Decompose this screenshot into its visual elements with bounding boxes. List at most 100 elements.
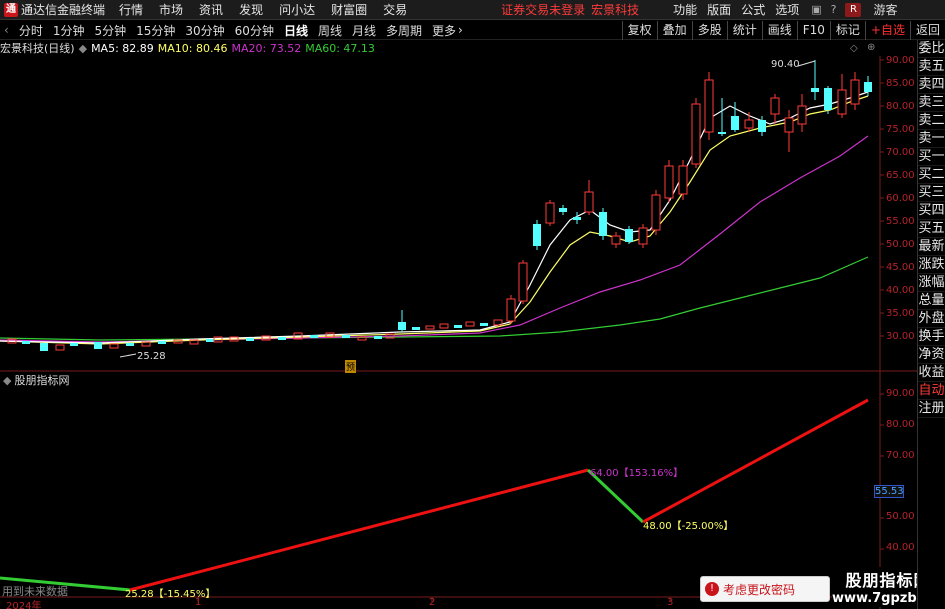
chart-canvas (0, 56, 917, 609)
period-30min[interactable]: 30分钟 (185, 22, 224, 39)
tool-mark[interactable]: 标记 (829, 20, 865, 40)
sub-axis-tick: 90.00 (886, 388, 915, 399)
price-tick: 55.00 (886, 216, 915, 227)
sidebar-item[interactable]: 卖三 (918, 94, 945, 112)
price-tick: 90.00 (886, 55, 915, 66)
menu-wealth-circle[interactable]: 财富圈 (331, 1, 367, 18)
menu-news[interactable]: 资讯 (199, 1, 223, 18)
period-more[interactable]: 更多 (432, 22, 456, 39)
period-monthly[interactable]: 月线 (352, 22, 376, 39)
tool-adjust[interactable]: 复权 (621, 20, 657, 40)
candle-group-rally (506, 60, 872, 324)
sub-axis-tick: 50.00 (886, 511, 915, 522)
menu-discover[interactable]: 发现 (239, 1, 263, 18)
sub-axis-tick: 80.00 (886, 419, 915, 430)
indicator-red-rise-2 (642, 398, 869, 524)
top-menu-bar: 通 通达信金融终端 行情 市场 资讯 发现 问小达 财富圈 交易 证券交易未登录… (0, 0, 945, 20)
sidebar-item[interactable]: 卖一 (918, 130, 945, 148)
sidebar-item[interactable]: 最新 (918, 238, 945, 256)
sub-panel-header: ◆ 股朋指标网 (0, 372, 69, 388)
period-daily[interactable]: 日线 (284, 22, 308, 39)
sidebar-item[interactable]: 净资 (918, 346, 945, 364)
month-tick: 1 (195, 597, 202, 608)
tool-multi-stock[interactable]: 多股 (691, 20, 727, 40)
sidebar-item[interactable]: 委比 (918, 40, 945, 58)
quote-sidebar: 委比 卖五 卖四 卖三 卖二 卖一 买一 买二 买三 买四 买五 最新 涨跌 涨… (917, 40, 945, 609)
month-tick: 3 (667, 597, 674, 608)
tool-overlay[interactable]: 叠加 (656, 20, 692, 40)
indicator-red-rise (129, 468, 589, 592)
candles (7, 60, 872, 351)
high-price-label: 90.40 (771, 59, 800, 70)
high-pointer (797, 60, 816, 67)
sidebar-auto[interactable]: 自动 (918, 382, 945, 400)
year-label: 2024年 (6, 601, 42, 609)
period-15min[interactable]: 15分钟 (136, 22, 175, 39)
sub-axis-tick: 70.00 (886, 450, 915, 461)
sidebar-item[interactable]: 买三 (918, 184, 945, 202)
price-tick: 45.00 (886, 262, 915, 273)
period-60min[interactable]: 60分钟 (235, 22, 274, 39)
sidebar-item[interactable]: 总量 (918, 292, 945, 310)
tool-draw[interactable]: 画线 (761, 20, 797, 40)
period-5min[interactable]: 5分钟 (94, 22, 126, 39)
sidebar-item[interactable]: 外盘 (918, 310, 945, 328)
tool-stats[interactable]: 统计 (726, 20, 762, 40)
period-toolbar: ‹ 分时 1分钟 5分钟 15分钟 30分钟 60分钟 日线 周线 月线 多周期… (0, 20, 945, 40)
menu-options[interactable]: 选项 (775, 1, 799, 18)
period-tick[interactable]: 分时 (19, 22, 43, 39)
period-multi[interactable]: 多周期 (386, 22, 422, 39)
skin-icon[interactable]: ▣ (811, 3, 821, 16)
trough-label: 48.00【-25.00%】 (643, 521, 734, 532)
sub-panel-title: 股朋指标网 (14, 374, 70, 387)
sidebar-item[interactable]: 买二 (918, 166, 945, 184)
password-notice-text: 考虑更改密码 (723, 582, 796, 597)
sub-settings-icon[interactable]: ◆ (3, 374, 11, 387)
tool-f10[interactable]: F10 (796, 20, 830, 40)
price-tick: 85.00 (886, 78, 915, 89)
menu-formula[interactable]: 公式 (741, 1, 765, 18)
sidebar-item[interactable]: 买五 (918, 220, 945, 238)
forecast-marker[interactable]: 预 (345, 360, 357, 373)
sidebar-register[interactable]: 注册 (918, 400, 945, 418)
guest-label[interactable]: 游客 (873, 1, 897, 18)
r-badge[interactable]: R (845, 2, 862, 17)
sidebar-item[interactable]: 买一 (918, 148, 945, 166)
tool-add-watchlist[interactable]: +自选 (864, 20, 910, 40)
menu-ask[interactable]: 问小达 (279, 1, 315, 18)
candle-group-early (7, 310, 503, 351)
price-tick: 70.00 (886, 147, 915, 158)
sidebar-item[interactable]: 买四 (918, 202, 945, 220)
menu-quotes[interactable]: 行情 (119, 1, 143, 18)
diamond-icon[interactable]: ◇ (850, 43, 858, 54)
sidebar-item[interactable]: 收益 (918, 364, 945, 382)
sidebar-item[interactable]: 涨幅 (918, 274, 945, 292)
price-tick: 30.00 (886, 331, 915, 342)
sidebar-item[interactable]: 卖四 (918, 76, 945, 94)
price-tick: 80.00 (886, 101, 915, 112)
period-1min[interactable]: 1分钟 (53, 22, 85, 39)
add-circle-icon[interactable]: ⊕ (867, 42, 875, 53)
ma20-line (0, 135, 869, 343)
password-notice[interactable]: ! 考虑更改密码 (700, 576, 830, 602)
tool-back[interactable]: 返回 (909, 20, 945, 40)
trade-login-warning[interactable]: 证券交易未登录 (501, 1, 585, 18)
peak-label: 64.00【153.16%】 (590, 468, 684, 479)
help-icon[interactable]: ? (831, 3, 837, 16)
app-title: 通达信金融终端 (21, 3, 106, 17)
sidebar-item[interactable]: 换手 (918, 328, 945, 346)
menu-trade[interactable]: 交易 (383, 1, 407, 18)
collapse-icon[interactable]: ‹ (4, 23, 9, 37)
price-tick: 40.00 (886, 285, 915, 296)
sidebar-item[interactable]: 卖五 (918, 58, 945, 76)
menu-layout[interactable]: 版面 (707, 1, 731, 18)
menu-function[interactable]: 功能 (673, 1, 697, 18)
more-chevron-icon[interactable]: › (458, 23, 463, 37)
menu-market[interactable]: 市场 (159, 1, 183, 18)
low-pointer (119, 353, 137, 358)
app-logo-icon: 通 (4, 2, 18, 17)
sidebar-item[interactable]: 涨跌 (918, 256, 945, 274)
month-tick: 2 (429, 597, 436, 608)
period-weekly[interactable]: 周线 (318, 22, 342, 39)
sidebar-item[interactable]: 卖二 (918, 112, 945, 130)
